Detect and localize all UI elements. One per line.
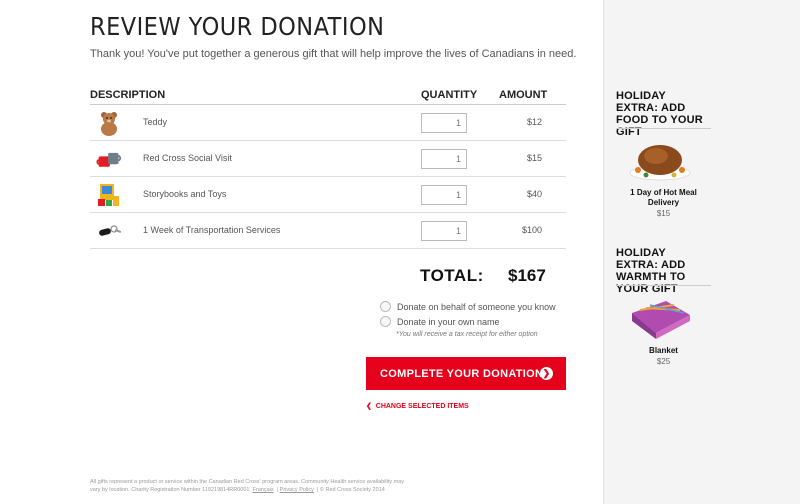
extra-name: Blanket	[649, 346, 678, 355]
item-description: Teddy	[143, 117, 168, 127]
sidebar: HOLIDAY EXTRA: ADD FOOD TO YOUR GIFT 1 D…	[603, 0, 800, 504]
page-title: REVIEW YOUR DONATION	[90, 12, 385, 41]
table-header: DESCRIPTION QUANTITY AMOUNT	[90, 87, 566, 105]
change-selected-items-link[interactable]: ❮ CHANGE SELECTED ITEMS	[366, 402, 469, 410]
item-amount: $15	[526, 153, 542, 163]
total-label: TOTAL:	[420, 266, 484, 285]
quantity-input[interactable]: 1	[421, 185, 467, 205]
cta-label: COMPLETE YOUR DONATION	[380, 367, 544, 380]
radio-button[interactable]	[380, 301, 391, 312]
extra-heading: HOLIDAY EXTRA: ADD FOOD TO YOUR GIFT	[616, 90, 703, 138]
table-row: Teddy 1 $12	[90, 105, 566, 141]
extra-heading: HOLIDAY EXTRA: ADD WARMTH TO YOUR GIFT	[616, 247, 686, 295]
quantity-input[interactable]: 1	[421, 149, 467, 169]
radio-label: Donate on behalf of someone you know	[397, 301, 556, 312]
total-value: $167	[508, 266, 546, 285]
page-subtitle: Thank you! You've put together a generou…	[90, 48, 577, 60]
privacy-policy-link[interactable]: Privacy Policy	[280, 487, 314, 493]
complete-donation-button[interactable]: COMPLETE YOUR DONATION ❯	[366, 357, 566, 390]
quantity-input[interactable]: 1	[421, 221, 467, 241]
main-content: REVIEW YOUR DONATION Thank you! You've p…	[0, 0, 603, 504]
blanket-icon[interactable]	[626, 293, 694, 341]
radio-label: Donate in your own name	[397, 316, 500, 327]
extra-name: 1 Day of Hot Meal Delivery	[630, 188, 697, 207]
header-amount: AMOUNT	[499, 89, 548, 101]
header-description: DESCRIPTION	[90, 89, 166, 101]
donate-on-behalf-option[interactable]: Donate on behalf of someone you know	[380, 301, 556, 312]
chevron-left-icon: ❮	[366, 403, 372, 410]
copyright: © Red Cross Society 2014	[319, 487, 385, 493]
divider	[616, 128, 711, 129]
divider	[616, 285, 711, 286]
item-amount: $40	[526, 189, 542, 199]
tax-receipt-note: *You will receive a tax receipt for eith…	[396, 331, 538, 338]
extra-price: $15	[656, 209, 671, 218]
chevron-right-icon: ❯	[540, 367, 553, 380]
car-keys-icon	[99, 225, 122, 236]
teddy-bear-icon	[101, 112, 117, 136]
footer-line-2: vary by location. Charity Registration N…	[90, 487, 385, 493]
storybooks-icon	[98, 184, 119, 206]
item-amount: $12	[526, 117, 542, 127]
mugs-icon	[96, 152, 122, 167]
table-row: 1 Week of Transportation Services 1 $100	[90, 213, 566, 249]
item-description: 1 Week of Transportation Services	[143, 225, 281, 235]
footer-disclaimer: All gifts represent a product or service…	[90, 479, 405, 485]
item-amount: $100	[521, 225, 542, 235]
radio-button[interactable]	[380, 316, 391, 327]
change-link-label: CHANGE SELECTED ITEMS	[375, 403, 469, 410]
footer-registration: vary by location. Charity Registration N…	[90, 487, 250, 493]
donate-own-name-option[interactable]: Donate in your own name	[380, 316, 500, 327]
table-row: Storybooks and Toys 1 $40	[90, 177, 566, 213]
item-description: Storybooks and Toys	[143, 189, 227, 199]
francais-link[interactable]: Français	[253, 487, 274, 493]
donation-table: DESCRIPTION QUANTITY AMOUNT Teddy 1 $12 …	[90, 87, 566, 249]
header-quantity: QUANTITY	[421, 89, 478, 101]
extra-price: $25	[656, 357, 671, 366]
item-description: Red Cross Social Visit	[143, 153, 232, 163]
footer: All gifts represent a product or service…	[90, 478, 470, 494]
quantity-input[interactable]: 1	[421, 113, 467, 133]
table-row: Red Cross Social Visit 1 $15	[90, 141, 566, 177]
roast-turkey-icon[interactable]	[626, 135, 694, 183]
